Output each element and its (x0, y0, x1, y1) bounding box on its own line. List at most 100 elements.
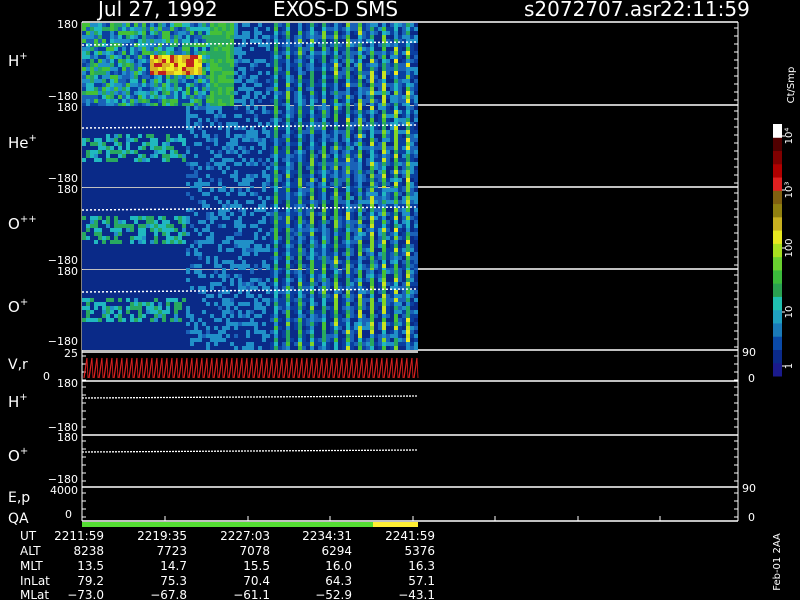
heatmap-cell (162, 310, 166, 314)
heatmap-cell (158, 91, 162, 95)
heatmap-cell (294, 240, 298, 244)
heatmap-cell (142, 158, 146, 162)
heatmap-cell (106, 314, 110, 318)
heatmap-cell (370, 110, 374, 114)
heatmap-cell (322, 170, 326, 174)
heatmap-cell (302, 71, 306, 75)
heatmap-cell (406, 43, 410, 47)
heatmap-cell (354, 302, 358, 306)
heatmap-cell (126, 310, 130, 314)
heatmap-cell (410, 182, 414, 186)
heatmap-cell (210, 35, 214, 39)
heatmap-cell (330, 83, 334, 87)
vr-sawtooth (406, 357, 409, 379)
colorbar-swatch (773, 150, 782, 165)
heatmap-cell (350, 314, 354, 318)
heatmap-cell (286, 95, 290, 99)
heatmap-cell (226, 166, 230, 170)
heatmap-cell (414, 232, 418, 236)
heatmap-cell (198, 39, 202, 43)
heatmap-cell (366, 27, 370, 31)
heatmap-cell (266, 79, 270, 83)
heatmap-cell (206, 59, 210, 63)
heatmap-cell (202, 71, 206, 75)
heatmap-cell (82, 39, 86, 43)
heatmap-cell (214, 75, 218, 79)
heatmap-cell (282, 114, 286, 118)
heatmap-cell (286, 278, 290, 282)
heatmap-cell (218, 67, 222, 71)
heatmap-cell (298, 59, 302, 63)
vr-sawtooth (246, 357, 249, 379)
heatmap-cell (382, 188, 386, 192)
heatmap-cell (354, 236, 358, 240)
heatmap-cell (286, 306, 290, 310)
heatmap-cell (310, 270, 314, 274)
heatmap-cell (302, 282, 306, 286)
heatmap-cell (94, 232, 98, 236)
heatmap-cell (286, 87, 290, 91)
heatmap-cell (142, 67, 146, 71)
heatmap-cell (342, 294, 346, 298)
heatmap-cell (370, 162, 374, 166)
heatmap-cell (346, 55, 350, 59)
heatmap-cell (170, 228, 174, 232)
heatmap-cell (330, 27, 334, 31)
heatmap-cell (222, 338, 226, 342)
heatmap-cell (358, 228, 362, 232)
heatmap-cell (158, 71, 162, 75)
heatmap-cell (90, 220, 94, 224)
heatmap-cell (310, 278, 314, 282)
heatmap-cell (286, 256, 290, 260)
heatmap-cell (390, 87, 394, 91)
heatmap-cell (298, 342, 302, 346)
heatmap-cell (330, 87, 334, 91)
heatmap-cell (238, 192, 242, 196)
heatmap-cell (290, 158, 294, 162)
heatmap-cell (190, 162, 194, 166)
heatmap-cell (326, 170, 330, 174)
heatmap-cell (206, 326, 210, 330)
heatmap-cell (370, 118, 374, 122)
heatmap-cell (274, 278, 278, 282)
heatmap-cell (174, 87, 178, 91)
ephemeris-cell: −43.1 (398, 588, 435, 600)
heatmap-cell (278, 178, 282, 182)
heatmap-cell (358, 51, 362, 55)
heatmap-cell (326, 63, 330, 67)
heatmap-cell (406, 142, 410, 146)
heatmap-cell (230, 146, 234, 150)
heatmap-cell (390, 200, 394, 204)
heatmap-cell (402, 282, 406, 286)
heatmap-cell (182, 216, 186, 220)
heatmap-cell (230, 95, 234, 99)
heatmap-cell (162, 216, 166, 220)
heatmap-cell (174, 310, 178, 314)
heatmap-cell (290, 264, 294, 268)
heatmap-cell (310, 146, 314, 150)
heatmap-cell (306, 182, 310, 186)
vr-sawtooth (391, 357, 394, 379)
heatmap-cell (378, 27, 382, 31)
heatmap-cell (230, 75, 234, 79)
heatmap-cell (238, 79, 242, 83)
heatmap-cell (186, 95, 190, 99)
heatmap-cell (390, 138, 394, 142)
heatmap-cell (386, 59, 390, 63)
heatmap-cell (286, 232, 290, 236)
heatmap-cell (266, 178, 270, 182)
heatmap-cell (86, 51, 90, 55)
heatmap-cell (402, 260, 406, 264)
heatmap-cell (190, 95, 194, 99)
heatmap-cell (226, 122, 230, 126)
heatmap-cell (346, 236, 350, 240)
heatmap-cell (394, 264, 398, 268)
vr-sawtooth (383, 357, 388, 379)
heatmap-cell (358, 162, 362, 166)
heatmap-cell (386, 91, 390, 95)
heatmap-cell (174, 228, 178, 232)
heatmap-cell (378, 212, 382, 216)
heatmap-cell (342, 232, 346, 236)
heatmap-cell (406, 326, 410, 330)
heatmap-cell (310, 79, 314, 83)
